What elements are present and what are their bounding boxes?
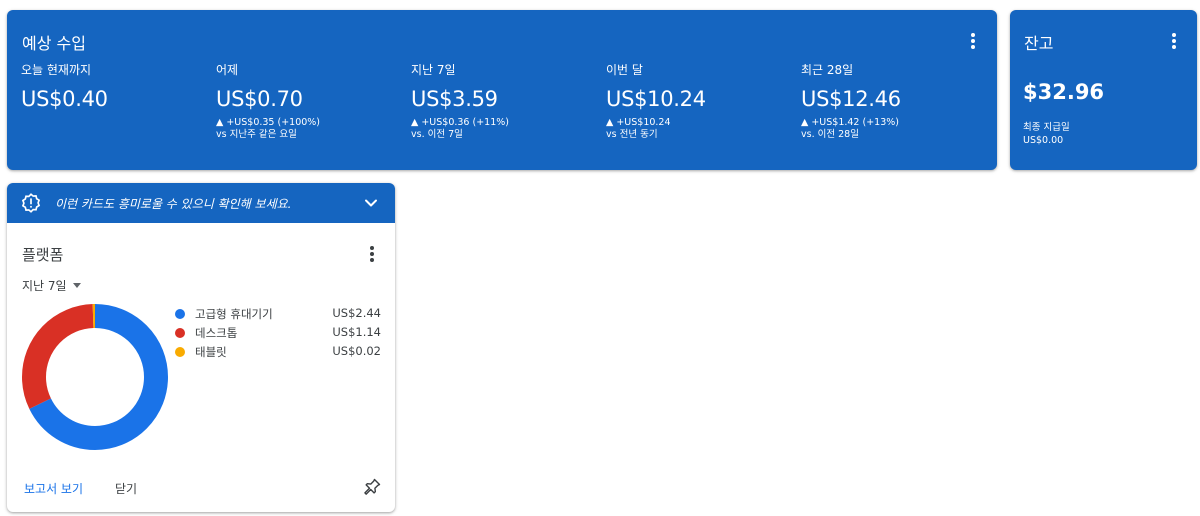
banner-text: 이런 카드도 흥미로울 수 있으니 확인해 보세요. bbox=[55, 197, 292, 211]
balance-card: 잔고 $32.96 최종 지급일 US$0.00 bbox=[1010, 10, 1197, 170]
legend-label: 태블릿 bbox=[195, 345, 227, 359]
earnings-title: 예상 수입 bbox=[22, 34, 86, 53]
legend-value: US$1.14 bbox=[332, 325, 381, 339]
balance-more-icon[interactable] bbox=[1162, 29, 1186, 53]
metric-change: ▲ +US$0.35 (+100%) bbox=[216, 117, 321, 128]
metric-value: US$3.59 bbox=[411, 87, 498, 111]
last-payment-label: 최종 지급일 bbox=[1023, 122, 1070, 133]
platform-title: 플랫폼 bbox=[22, 246, 64, 264]
metric-comparison: vs. 이전 7일 bbox=[411, 129, 463, 140]
metric-label: 어제 bbox=[216, 63, 239, 77]
caret-down-icon bbox=[72, 283, 81, 288]
metric-today[interactable]: 오늘 현재까지 US$0.40 bbox=[21, 63, 201, 112]
metric-yesterday[interactable]: 어제 US$0.70 ▲ +US$0.35 (+100%) vs 지난주 같은 … bbox=[216, 63, 396, 141]
date-range-dropdown[interactable]: 지난 7일 bbox=[22, 277, 81, 294]
chevron-down-icon[interactable] bbox=[361, 193, 381, 213]
platform-legend: 고급형 휴대기기 US$2.44 데스크톱 US$1.14 태블릿 US$0.0… bbox=[175, 305, 381, 362]
legend-value: US$2.44 bbox=[332, 306, 381, 320]
estimated-earnings-card: 예상 수입 오늘 현재까지 US$0.40 어제 US$0.70 ▲ +US$0… bbox=[7, 10, 997, 170]
legend-dot bbox=[175, 328, 185, 338]
balance-title: 잔고 bbox=[1024, 34, 1054, 53]
platform-card: 이런 카드도 흥미로울 수 있으니 확인해 보세요. 플랫폼 지난 7일 고급형… bbox=[7, 183, 395, 512]
metric-comparison: vs 지난주 같은 요일 bbox=[216, 129, 297, 140]
legend-item-high-end-mobile: 고급형 휴대기기 US$2.44 bbox=[175, 305, 381, 324]
legend-item-tablet: 태블릿 US$0.02 bbox=[175, 343, 381, 362]
metric-change: ▲ +US$10.24 bbox=[606, 117, 671, 128]
legend-item-desktop: 데스크톱 US$1.14 bbox=[175, 324, 381, 343]
suggestion-banner[interactable]: 이런 카드도 흥미로울 수 있으니 확인해 보세요. bbox=[7, 183, 395, 223]
metric-last-7-days[interactable]: 지난 7일 US$3.59 ▲ +US$0.36 (+11%) vs. 이전 7… bbox=[411, 63, 591, 141]
metric-this-month[interactable]: 이번 달 US$10.24 ▲ +US$10.24 vs 전년 동기 bbox=[606, 63, 786, 141]
metric-label: 이번 달 bbox=[606, 63, 643, 77]
metric-label: 최근 28일 bbox=[801, 63, 854, 77]
metric-comparison: vs 전년 동기 bbox=[606, 129, 658, 140]
alert-badge-icon bbox=[21, 193, 41, 213]
legend-value: US$0.02 bbox=[332, 344, 381, 358]
metric-value: US$0.70 bbox=[216, 87, 303, 111]
metric-change: ▲ +US$0.36 (+11%) bbox=[411, 117, 509, 128]
legend-dot bbox=[175, 309, 185, 319]
earnings-more-icon[interactable] bbox=[961, 29, 985, 53]
legend-label: 고급형 휴대기기 bbox=[195, 307, 273, 321]
pin-icon[interactable] bbox=[362, 477, 382, 497]
metric-label: 오늘 현재까지 bbox=[21, 63, 92, 77]
metric-value: US$12.46 bbox=[801, 87, 901, 111]
metric-label: 지난 7일 bbox=[411, 63, 456, 77]
metric-comparison: vs. 이전 28일 bbox=[801, 129, 859, 140]
legend-dot bbox=[175, 347, 185, 357]
platform-more-icon[interactable] bbox=[360, 242, 384, 266]
close-button[interactable]: 닫기 bbox=[115, 480, 137, 497]
metric-value: US$10.24 bbox=[606, 87, 706, 111]
metric-value: US$0.40 bbox=[21, 87, 108, 111]
last-payment-amount: US$0.00 bbox=[1023, 135, 1064, 146]
legend-label: 데스크톱 bbox=[195, 326, 238, 340]
date-range-label: 지난 7일 bbox=[22, 279, 67, 293]
platform-donut-chart bbox=[22, 304, 168, 450]
metric-last-28-days[interactable]: 최근 28일 US$12.46 ▲ +US$1.42 (+13%) vs. 이전… bbox=[801, 63, 981, 141]
metric-change: ▲ +US$1.42 (+13%) bbox=[801, 117, 899, 128]
view-report-link[interactable]: 보고서 보기 bbox=[24, 480, 83, 497]
balance-value: $32.96 bbox=[1023, 80, 1105, 104]
